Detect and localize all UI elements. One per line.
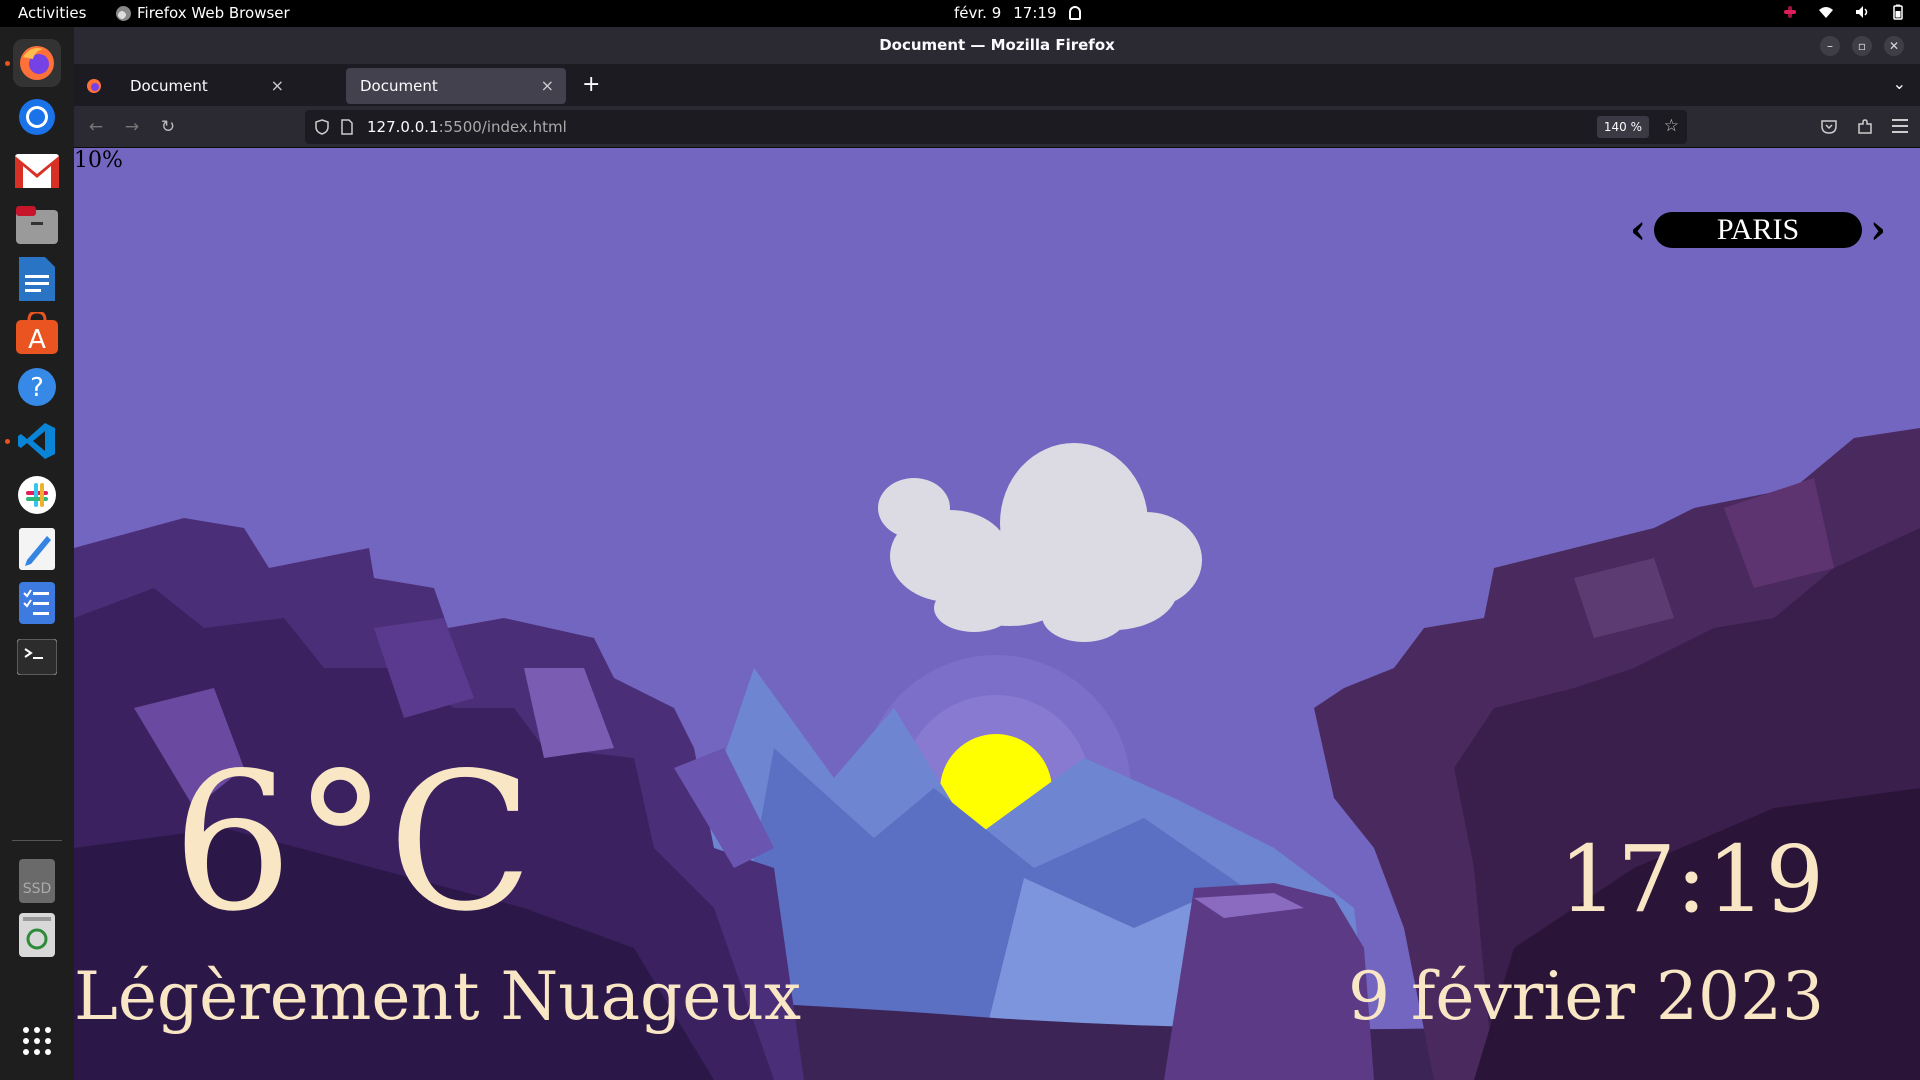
- firefox-mini-icon: [116, 5, 131, 21]
- tab-close-icon[interactable]: ×: [271, 68, 284, 104]
- dock-ssd-drive[interactable]: SSD: [13, 857, 61, 905]
- app-menu-label: Firefox Web Browser: [137, 4, 290, 22]
- system-top-bar: Activities Firefox Web Browser févr. 9 1…: [0, 0, 1920, 27]
- help-icon: ?: [18, 368, 56, 406]
- dock-trash[interactable]: [13, 911, 61, 959]
- extensions-puzzle-icon[interactable]: [1856, 118, 1874, 136]
- svg-text:SSD: SSD: [23, 881, 52, 897]
- svg-text:A: A: [28, 325, 46, 354]
- notification-bell-icon: [1068, 6, 1081, 20]
- dock-firefox[interactable]: [13, 39, 61, 87]
- dock-vscode[interactable]: [13, 417, 61, 465]
- new-tab-plus-icon[interactable]: +: [582, 72, 600, 97]
- webpage-viewport: 10% ‹ PARIS › 6°C Légèrement Nuageux 17:…: [74, 148, 1920, 1080]
- dock-gmail[interactable]: [13, 147, 61, 195]
- tab-bar: Document × Document × + ⌄: [74, 64, 1920, 106]
- tasks-icon: [19, 582, 55, 624]
- percentage-label: 10%: [74, 148, 123, 173]
- hamburger-menu-icon[interactable]: [1892, 119, 1908, 133]
- url-text[interactable]: 127.0.0.1:5500/index.html: [367, 118, 567, 136]
- activities-button[interactable]: Activities: [18, 4, 86, 22]
- maximize-button[interactable]: ▫: [1852, 36, 1872, 56]
- svg-text:?: ?: [30, 373, 44, 403]
- dock-help[interactable]: ?: [13, 363, 61, 411]
- url-host: 127.0.0.1: [367, 118, 439, 136]
- tab-document-1[interactable]: Document ×: [116, 68, 296, 104]
- show-apps-grid-icon: [23, 1027, 51, 1055]
- dock-separator: [12, 840, 62, 841]
- navigation-toolbar: ← → ↻ 127.0.0.1:5500/index.html 140 % ☆: [74, 106, 1920, 148]
- forward-arrow-icon[interactable]: →: [122, 117, 142, 137]
- terminal-icon: [17, 639, 57, 675]
- dock-libreoffice-writer[interactable]: [13, 255, 61, 303]
- system-tray[interactable]: [1782, 4, 1906, 20]
- next-city-chevron-icon[interactable]: ›: [1870, 210, 1886, 250]
- window-titlebar[interactable]: Document — Mozilla Firefox – ▫ ✕: [74, 27, 1920, 64]
- app-menu[interactable]: Firefox Web Browser: [116, 4, 290, 22]
- tab-label: Document: [130, 77, 208, 95]
- files-icon: [16, 206, 58, 244]
- show-apps-button[interactable]: [13, 1017, 61, 1065]
- tracking-shield-icon[interactable]: [315, 119, 329, 135]
- clock-menu[interactable]: févr. 9 17:19: [954, 4, 1081, 22]
- app-center-icon: A: [16, 312, 58, 354]
- city-selector: ‹ PARIS ›: [1630, 210, 1886, 250]
- dock-files[interactable]: [13, 201, 61, 249]
- window-title: Document — Mozilla Firefox: [879, 36, 1115, 54]
- local-date: 9 février 2023: [1348, 958, 1824, 1035]
- minimize-button[interactable]: –: [1820, 36, 1840, 56]
- page-info-icon[interactable]: [341, 119, 353, 135]
- dock-chromium[interactable]: [13, 93, 61, 141]
- pocket-icon[interactable]: [1820, 118, 1838, 136]
- running-indicator: [5, 61, 10, 66]
- text-editor-icon: [19, 528, 55, 570]
- url-bar[interactable]: 127.0.0.1:5500/index.html 140 % ☆: [305, 110, 1687, 144]
- firefox-view-icon[interactable]: [86, 78, 102, 94]
- dock-text-editor[interactable]: [13, 525, 61, 573]
- dock-app-center[interactable]: A: [13, 309, 61, 357]
- clock-date: févr. 9: [954, 4, 1002, 22]
- close-window-button[interactable]: ✕: [1884, 36, 1904, 56]
- volume-icon[interactable]: [1854, 4, 1870, 20]
- firefox-icon: [20, 46, 54, 80]
- tab-document-2[interactable]: Document ×: [346, 68, 566, 104]
- battery-icon[interactable]: [1890, 4, 1906, 20]
- vscode-icon: [18, 423, 55, 459]
- bookmark-star-icon[interactable]: ☆: [1664, 116, 1679, 136]
- dock-slack[interactable]: [13, 471, 61, 519]
- previous-city-chevron-icon[interactable]: ‹: [1630, 210, 1646, 250]
- wifi-icon[interactable]: [1818, 4, 1834, 20]
- gmail-icon: [15, 154, 59, 188]
- slack-icon: [18, 476, 56, 514]
- dock-tasks[interactable]: [13, 579, 61, 627]
- list-all-tabs-chevron-icon[interactable]: ⌄: [1893, 74, 1906, 93]
- running-indicator: [5, 439, 10, 444]
- temperature: 6°C: [172, 732, 534, 953]
- back-arrow-icon[interactable]: ←: [86, 117, 106, 137]
- city-name: PARIS: [1654, 212, 1862, 248]
- writer-icon: [19, 257, 55, 301]
- local-time: 17:19: [1558, 826, 1824, 933]
- tab-label: Document: [360, 77, 438, 95]
- dock-terminal[interactable]: [13, 633, 61, 681]
- slack-tray-icon[interactable]: [1782, 4, 1798, 20]
- zoom-indicator-button[interactable]: 140 %: [1596, 116, 1649, 138]
- ssd-drive-icon: SSD: [19, 859, 55, 903]
- chromium-icon: [19, 99, 55, 135]
- ubuntu-dock: A ? SSD: [0, 27, 74, 1080]
- tab-close-icon[interactable]: ×: [541, 68, 554, 104]
- reload-icon[interactable]: ↻: [158, 117, 178, 137]
- clock-time: 17:19: [1013, 4, 1057, 22]
- url-path: :5500/index.html: [438, 118, 567, 136]
- weather-condition: Légèrement Nuageux: [74, 958, 802, 1035]
- trash-icon: [19, 913, 55, 957]
